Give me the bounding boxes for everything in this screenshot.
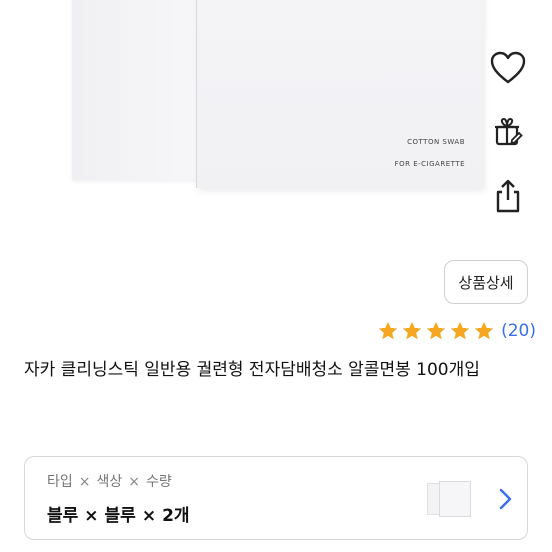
chevron-right-icon[interactable]: [495, 487, 515, 511]
gift-button[interactable]: [488, 112, 528, 152]
box-text-line1: COTTON SWAB: [407, 138, 465, 146]
side-actions: [488, 48, 528, 240]
heart-icon: [490, 51, 526, 84]
share-button[interactable]: [488, 176, 528, 216]
option-value-type: 블루: [47, 506, 79, 526]
option-label-color: 색상: [96, 474, 123, 490]
product-detail-button[interactable]: 상품상세: [444, 260, 528, 304]
option-label-type: 타입: [47, 474, 73, 490]
option-labels: 타입 × 색상 × 수량: [47, 471, 172, 491]
option-label-separator: ×: [128, 474, 140, 490]
product-detail-label: 상품상세: [458, 273, 514, 292]
gift-icon: [495, 117, 523, 146]
star-icon: [378, 321, 398, 340]
product-title: 자카 클리닝스틱 일반용 궐련형 전자담배청소 알콜면봉 100개입: [24, 360, 480, 380]
star-icon: [402, 321, 422, 340]
option-value-quantity: 2개: [162, 506, 190, 526]
product-box-back: [72, 0, 203, 180]
option-label-quantity: 수량: [146, 474, 172, 490]
option-label-separator: ×: [78, 474, 91, 490]
option-value-separator: ×: [141, 506, 157, 526]
wishlist-button[interactable]: [488, 48, 528, 88]
review-count[interactable]: (20): [501, 321, 536, 341]
share-icon: [496, 179, 520, 213]
star-icon: [474, 321, 494, 340]
option-values: 블루 × 블루 × 2개: [47, 501, 190, 526]
product-box-front: COTTON SWAB FOR E-CIGARETTE: [196, 0, 483, 188]
option-value-separator: ×: [84, 506, 99, 526]
box-text-line2: FOR E-CIGARETTE: [394, 160, 465, 168]
option-thumbnail: [425, 473, 471, 523]
product-image: COTTON SWAB FOR E-CIGARETTE: [0, 0, 552, 232]
star-icon: [450, 321, 470, 340]
option-value-color: 블루: [104, 506, 136, 526]
rating[interactable]: (20): [375, 320, 536, 342]
option-selector[interactable]: 타입 × 색상 × 수량 블루 × 블루 × 2개: [24, 456, 528, 540]
star-icon: [426, 321, 446, 340]
